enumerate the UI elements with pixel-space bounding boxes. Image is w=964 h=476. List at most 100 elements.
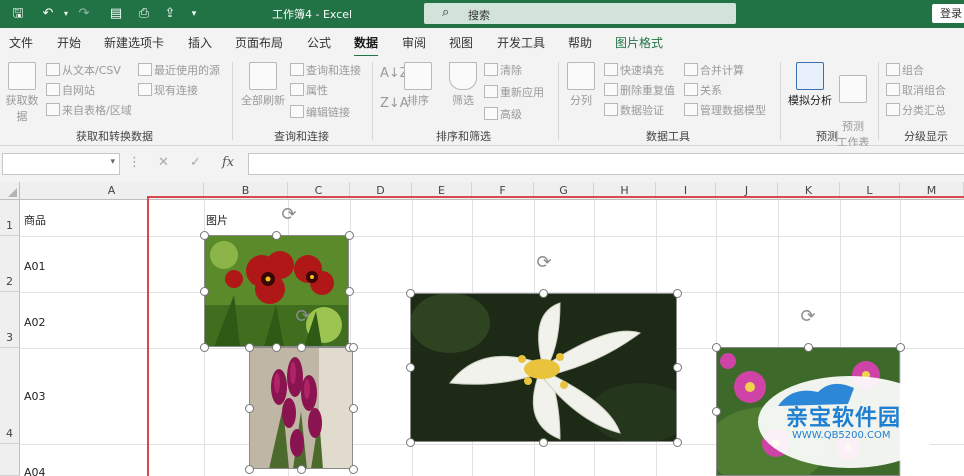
resize-handle[interactable] xyxy=(244,342,254,352)
quick-print-icon[interactable]: ▤ xyxy=(106,4,126,24)
properties-button[interactable]: 属性 xyxy=(290,82,328,98)
rotate-handle-icon[interactable]: ⟳ xyxy=(535,254,553,272)
column-header-J[interactable]: J xyxy=(716,182,778,200)
sort-button[interactable]: 排序 xyxy=(404,62,432,108)
resize-handle[interactable] xyxy=(895,342,905,352)
tab-review[interactable]: 审阅 xyxy=(402,34,426,51)
resize-handle[interactable] xyxy=(244,464,254,474)
data-validation-button[interactable]: 数据验证 xyxy=(604,102,664,118)
picture-lily[interactable] xyxy=(410,293,677,442)
undo-icon[interactable]: ↶ xyxy=(38,4,58,24)
resize-handle[interactable] xyxy=(348,403,358,413)
column-header-E[interactable]: E xyxy=(412,182,472,200)
what-if-analysis-button[interactable]: 模拟分析 xyxy=(786,62,834,108)
edit-links-button[interactable]: 编辑链接 xyxy=(290,104,350,120)
resize-handle[interactable] xyxy=(272,342,281,352)
forecast-sheet-button[interactable]: 预测 工作表 xyxy=(836,62,870,150)
column-header-M[interactable]: M xyxy=(900,182,964,200)
redo-icon[interactable]: ↷ xyxy=(74,4,94,24)
filter-button[interactable]: 筛选 xyxy=(448,62,478,108)
consolidate-button[interactable]: 合并计算 xyxy=(684,62,744,78)
row-header-2[interactable]: 2 xyxy=(0,236,20,292)
tab-home[interactable]: 开始 xyxy=(57,34,81,51)
existing-connections-button[interactable]: 现有连接 xyxy=(138,82,198,98)
resize-handle[interactable] xyxy=(711,342,721,352)
resize-handle[interactable] xyxy=(199,342,209,352)
from-web-button[interactable]: 自网站 xyxy=(46,82,95,98)
resize-handle[interactable] xyxy=(199,286,209,296)
row-header-3[interactable]: 3 xyxy=(0,292,20,348)
flash-fill-button[interactable]: 快速填充 xyxy=(604,62,664,78)
resize-handle[interactable] xyxy=(272,230,281,240)
resize-handle[interactable] xyxy=(672,288,682,298)
ungroup-button[interactable]: 取消组合 xyxy=(886,82,946,98)
clear-filter-button[interactable]: 清除 xyxy=(484,62,522,78)
cell-A1[interactable]: 商品 xyxy=(24,212,46,228)
recent-sources-button[interactable]: 最近使用的源 xyxy=(138,62,220,78)
tab-help[interactable]: 帮助 xyxy=(568,34,592,51)
get-data-button[interactable]: 获取数据 xyxy=(4,62,40,124)
subtotal-button[interactable]: 分类汇总 xyxy=(886,102,946,118)
undo-dropdown-icon[interactable]: ▾ xyxy=(56,4,76,24)
resize-handle[interactable] xyxy=(348,342,358,352)
resize-handle[interactable] xyxy=(405,363,415,372)
resize-handle[interactable] xyxy=(539,288,548,298)
cancel-icon[interactable]: ✕ xyxy=(158,155,169,170)
from-text-csv-button[interactable]: 从文本/CSV xyxy=(46,62,121,78)
reapply-button[interactable]: 重新应用 xyxy=(484,84,544,100)
advanced-filter-button[interactable]: 高级 xyxy=(484,106,522,122)
resize-handle[interactable] xyxy=(711,407,721,416)
column-header-D[interactable]: D xyxy=(350,182,412,200)
column-header-F[interactable]: F xyxy=(472,182,534,200)
resize-handle[interactable] xyxy=(405,437,415,447)
formula-input[interactable] xyxy=(248,153,964,175)
column-header-C[interactable]: C xyxy=(288,182,350,200)
relationships-button[interactable]: 关系 xyxy=(684,82,722,98)
column-header-K[interactable]: K xyxy=(778,182,840,200)
tab-developer[interactable]: 开发工具 xyxy=(497,34,545,51)
text-to-columns-button[interactable]: 分列 xyxy=(566,62,596,108)
tab-file[interactable]: 文件 xyxy=(9,34,33,51)
row-header-1[interactable]: 1 xyxy=(0,200,20,236)
tab-view[interactable]: 视图 xyxy=(449,34,473,51)
resize-handle[interactable] xyxy=(344,230,354,240)
share-icon[interactable]: ⇪ xyxy=(160,4,180,24)
picture-pansy[interactable] xyxy=(204,235,349,347)
picture-tulip[interactable] xyxy=(249,347,353,469)
queries-connections-button[interactable]: 查询和连接 xyxy=(290,62,361,78)
resize-handle[interactable] xyxy=(296,342,306,352)
print-preview-icon[interactable]: ⎙ xyxy=(134,4,154,24)
insert-function-icon[interactable]: fx xyxy=(222,155,234,170)
resize-handle[interactable] xyxy=(348,464,358,474)
refresh-all-button[interactable]: 全部刷新 xyxy=(240,62,286,108)
name-box[interactable]: ▾ xyxy=(2,153,120,175)
rotate-handle-icon[interactable]: ⟳ xyxy=(294,308,312,326)
column-header-B[interactable]: B xyxy=(204,182,288,200)
rotate-handle-icon[interactable]: ⟳ xyxy=(799,308,817,326)
cell-B1[interactable]: 图片 xyxy=(206,212,228,228)
resize-handle[interactable] xyxy=(296,464,306,474)
remove-duplicates-button[interactable]: 删除重复值 xyxy=(604,82,675,98)
resize-handle[interactable] xyxy=(672,437,682,447)
cell-A5[interactable]: A04 xyxy=(24,466,46,476)
enter-icon[interactable]: ✓ xyxy=(190,155,201,170)
resize-handle[interactable] xyxy=(199,230,209,240)
tab-formulas[interactable]: 公式 xyxy=(307,34,331,51)
cell-A4[interactable]: A03 xyxy=(24,390,46,403)
column-header-I[interactable]: I xyxy=(656,182,716,200)
tab-insert[interactable]: 插入 xyxy=(188,34,212,51)
group-button[interactable]: 组合 xyxy=(886,62,924,78)
login-button[interactable]: 登录 xyxy=(932,4,964,23)
resize-handle[interactable] xyxy=(405,288,415,298)
save-icon[interactable]: 🖫 xyxy=(8,4,28,24)
tab-data[interactable]: 数据 xyxy=(354,34,379,58)
resize-handle[interactable] xyxy=(244,403,254,413)
column-header-H[interactable]: H xyxy=(594,182,656,200)
select-all-button[interactable] xyxy=(0,182,20,200)
column-header-A[interactable]: A xyxy=(20,182,204,200)
resize-handle[interactable] xyxy=(539,437,548,447)
cell-A2[interactable]: A01 xyxy=(24,260,46,273)
column-header-G[interactable]: G xyxy=(534,182,594,200)
manage-data-model-button[interactable]: 管理数据模型 xyxy=(684,102,766,118)
from-table-button[interactable]: 来自表格/区域 xyxy=(46,102,132,118)
